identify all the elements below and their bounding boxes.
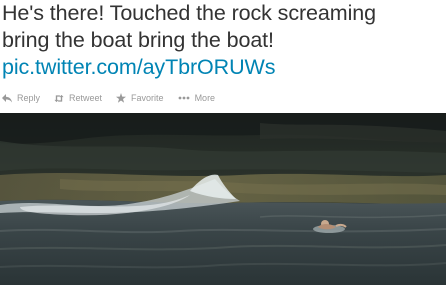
tweet-card: He's there! Touched the rock screaming b… bbox=[0, 0, 446, 285]
tweet-media-link[interactable]: pic.twitter.com/ayTbrORUWs bbox=[2, 54, 442, 81]
favorite-button[interactable]: Favorite bbox=[116, 93, 164, 103]
tweet-actions: Reply Retweet Favorite More bbox=[2, 92, 229, 104]
tweet-photo[interactable] bbox=[0, 113, 446, 285]
retweet-label: Retweet bbox=[69, 93, 103, 103]
sea-cliff-swimmer-image bbox=[0, 113, 446, 285]
retweet-icon bbox=[54, 93, 64, 103]
more-button[interactable]: More bbox=[178, 93, 216, 103]
tweet-text-line-1: He's there! Touched the rock screaming bbox=[2, 1, 376, 25]
reply-label: Reply bbox=[17, 93, 41, 103]
reply-button[interactable]: Reply bbox=[2, 93, 40, 103]
reply-icon bbox=[2, 93, 12, 103]
favorite-label: Favorite bbox=[131, 93, 164, 103]
tweet-text: He's there! Touched the rock screaming b… bbox=[2, 0, 442, 81]
more-label: More bbox=[194, 93, 216, 103]
star-icon bbox=[116, 93, 127, 103]
more-dots-icon bbox=[178, 93, 190, 103]
tweet-text-line-2: bring the boat bring the boat! bbox=[2, 28, 274, 52]
retweet-button[interactable]: Retweet bbox=[54, 93, 102, 103]
